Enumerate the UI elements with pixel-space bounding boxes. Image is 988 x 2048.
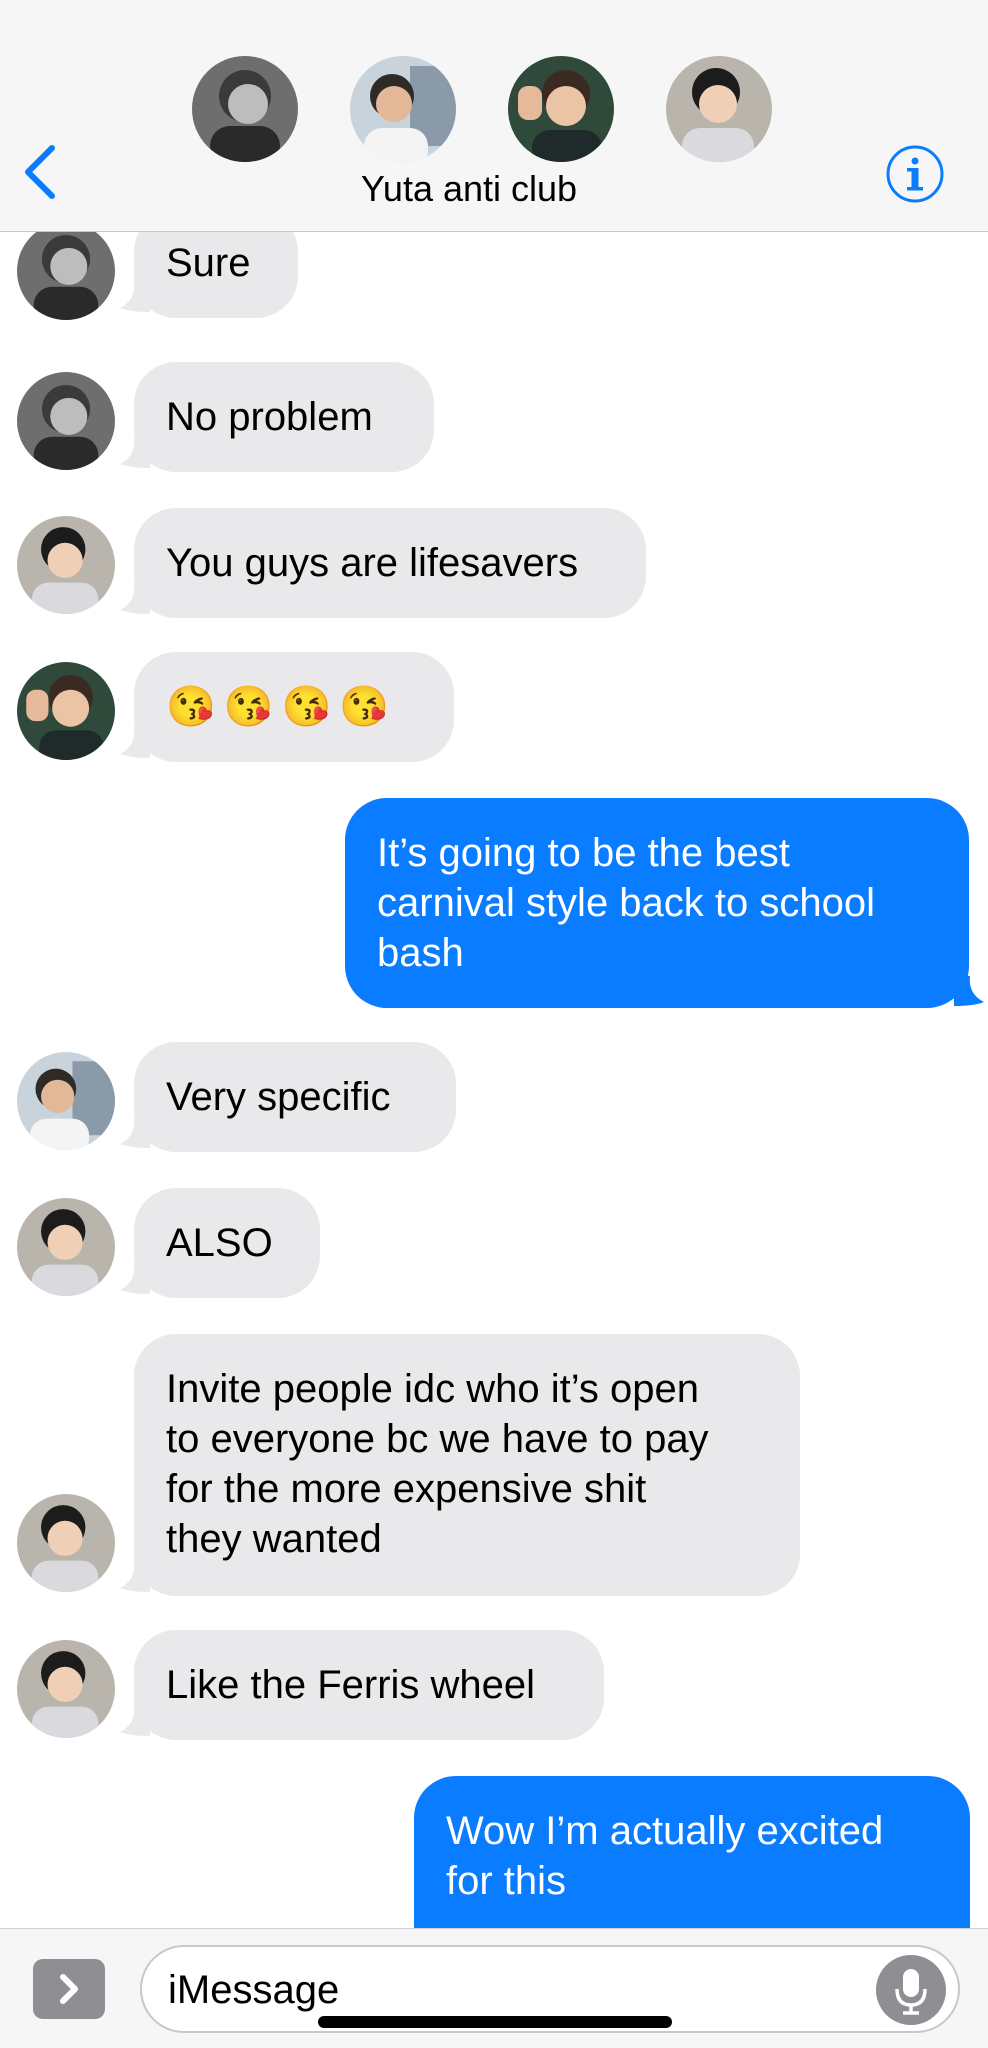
- sender-avatar[interactable]: [17, 1052, 115, 1150]
- info-button[interactable]: [885, 144, 945, 204]
- participant-avatar-4[interactable]: [666, 56, 772, 162]
- message-bubble[interactable]: ALSO: [134, 1188, 320, 1298]
- message-thread[interactable]: Sure No problem You guys are lifesavers …: [0, 232, 988, 1928]
- sender-avatar[interactable]: [17, 516, 115, 614]
- chevron-left-icon: [25, 145, 55, 199]
- message-bubble[interactable]: It’s going to be the best carnival style…: [345, 798, 969, 1008]
- message-bubble[interactable]: Invite people idc who it’s open to every…: [134, 1334, 800, 1596]
- dictation-button[interactable]: [876, 1955, 946, 2025]
- conversation-header: Yuta anti club: [0, 0, 988, 232]
- sender-avatar[interactable]: [17, 372, 115, 470]
- message-bubble[interactable]: No problem: [134, 362, 434, 472]
- message-bubble[interactable]: You guys are lifesavers: [134, 508, 646, 618]
- sender-avatar[interactable]: [17, 662, 115, 760]
- message-bubble[interactable]: Like the Ferris wheel: [134, 1630, 604, 1740]
- participant-avatar-3[interactable]: [508, 56, 614, 162]
- app-drawer-button[interactable]: [33, 1959, 105, 2019]
- back-button[interactable]: [18, 140, 62, 204]
- message-bubble[interactable]: Very specific: [134, 1042, 456, 1152]
- message-input[interactable]: [166, 1961, 850, 2019]
- sender-avatar[interactable]: [17, 232, 115, 320]
- message-bubble[interactable]: 😘😘😘😘: [134, 652, 454, 762]
- sender-avatar[interactable]: [17, 1198, 115, 1296]
- sender-avatar[interactable]: [17, 1494, 115, 1592]
- microphone-icon: [895, 1969, 927, 2015]
- participant-avatar-2[interactable]: [350, 56, 456, 162]
- participant-avatar-1[interactable]: [192, 56, 298, 162]
- message-bubble[interactable]: Sure: [134, 232, 298, 318]
- home-indicator[interactable]: [318, 2016, 672, 2028]
- message-bubble[interactable]: Wow I’m actually excited for this: [414, 1776, 970, 1928]
- sender-avatar[interactable]: [17, 1640, 115, 1738]
- info-icon: [886, 145, 944, 203]
- compose-bar: [0, 1928, 988, 2048]
- chevron-right-icon: [60, 1974, 78, 2004]
- group-name[interactable]: Yuta anti club: [294, 168, 644, 210]
